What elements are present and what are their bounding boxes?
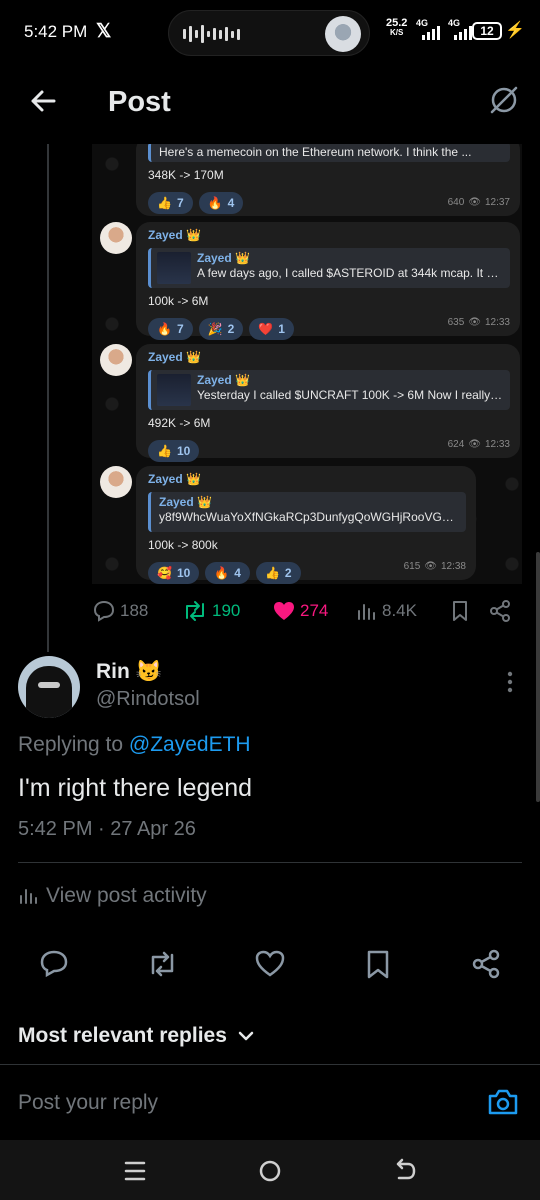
views-chart-icon bbox=[358, 604, 375, 620]
message-meta: 640 👁 12:37 bbox=[447, 197, 510, 208]
signal-icon: 4G bbox=[416, 18, 440, 40]
reply-count-button[interactable]: 188 bbox=[92, 600, 148, 622]
chevron-down-icon bbox=[238, 1031, 254, 1041]
recent-apps-icon[interactable] bbox=[120, 1156, 150, 1186]
post-action-bar bbox=[0, 948, 540, 984]
author-name[interactable]: Rin 😼 bbox=[96, 660, 162, 684]
bookmark-icon bbox=[453, 601, 467, 621]
quote-thumbnail bbox=[157, 374, 191, 406]
heart-icon[interactable] bbox=[254, 948, 286, 980]
message-text: 100k -> 800k bbox=[148, 538, 218, 552]
reply-input[interactable] bbox=[18, 1091, 438, 1115]
signal-icon: 4G bbox=[448, 18, 472, 40]
repost-icon bbox=[186, 601, 204, 621]
back-arrow-icon[interactable] bbox=[28, 86, 58, 116]
mention-link[interactable]: @ZayedETH bbox=[129, 733, 251, 756]
message-text: 100k -> 6M bbox=[148, 294, 209, 308]
battery-icon: 12 bbox=[472, 22, 502, 40]
divider bbox=[18, 862, 522, 863]
bookmark-icon[interactable] bbox=[362, 948, 394, 980]
avatar[interactable] bbox=[18, 656, 80, 718]
signal-indicators: 4G 4G bbox=[416, 18, 472, 40]
reply-sort-dropdown[interactable]: Most relevant replies bbox=[18, 1024, 255, 1048]
share-icon[interactable] bbox=[470, 948, 502, 980]
top-app-bar: Post bbox=[0, 66, 540, 144]
reply-icon[interactable] bbox=[38, 948, 70, 980]
reaction-chip[interactable]: 🔥 7 bbox=[148, 318, 193, 340]
home-icon[interactable] bbox=[255, 1156, 285, 1186]
chat-message: Zayed 👑 Zayed 👑 A few days ago, I called… bbox=[136, 222, 520, 340]
sender-avatar bbox=[100, 222, 132, 254]
x-logo-icon: 𝕏 bbox=[96, 21, 112, 42]
reaction-chip[interactable]: 🎉 2 bbox=[198, 318, 244, 340]
now-playing-avatar bbox=[325, 16, 361, 52]
sender-avatar bbox=[100, 466, 132, 498]
views-count-button[interactable]: 8.4K bbox=[356, 601, 417, 621]
charging-icon: ⚡ bbox=[505, 22, 525, 39]
sender-avatar bbox=[100, 344, 132, 376]
heart-filled-icon bbox=[274, 602, 294, 620]
reaction-chip[interactable]: ❤️ 1 bbox=[249, 318, 294, 340]
sender-name: Zayed 👑 bbox=[148, 350, 201, 364]
status-bar: 5:42 PM 𝕏 25.2 K/S 4G 4G 12 ⚡ bbox=[0, 0, 540, 66]
share-button[interactable] bbox=[488, 599, 512, 623]
reply-icon bbox=[93, 600, 115, 622]
scrollbar[interactable] bbox=[536, 552, 540, 802]
quote-thumbnail bbox=[157, 252, 191, 284]
share-icon bbox=[490, 600, 510, 622]
message-meta: 624 👁 12:33 bbox=[447, 439, 510, 450]
thread-connector-line bbox=[47, 144, 49, 652]
message-meta: 615 👁 12:38 bbox=[403, 561, 466, 572]
chat-message: Zayed 👑 Zayed 👑 Yesterday I called $UNCR… bbox=[136, 344, 520, 462]
bookmark-button[interactable] bbox=[450, 599, 470, 623]
reaction-chip[interactable]: 🔥 4 bbox=[198, 192, 244, 214]
reaction-chip[interactable]: 🔥 4 bbox=[205, 562, 250, 584]
chat-message: Zayed 👑 Zayed 👑 y8f9WhcWuaYoXfNGkaRCp3Du… bbox=[136, 466, 476, 584]
reply-composer bbox=[0, 1064, 540, 1140]
system-navigation-bar bbox=[0, 1140, 540, 1200]
back-nav-icon[interactable] bbox=[390, 1156, 420, 1186]
post-text: I'm right there legend bbox=[18, 774, 253, 802]
audio-wave-icon bbox=[183, 24, 240, 44]
replying-to: Replying to @ZayedETH bbox=[18, 733, 251, 756]
eye-icon: 👁 bbox=[468, 439, 481, 450]
quoted-message: Zayed 👑 y8f9WhcWuaYoXfNGkaRCp3DunfygQoWG… bbox=[148, 492, 466, 532]
more-options-icon[interactable] bbox=[502, 670, 518, 694]
camera-icon[interactable] bbox=[486, 1085, 520, 1119]
post-timestamp: 5:42 PM · 27 Apr 26 bbox=[18, 818, 196, 840]
quoted-message: Zayed 👑 Yesterday I called $UNCRAFT 100K… bbox=[148, 370, 510, 410]
author-handle[interactable]: @Rindotsol bbox=[96, 688, 200, 711]
sender-name: Zayed 👑 bbox=[148, 228, 201, 242]
quoted-message: Zayed 👑 A few days ago, I called $ASTERO… bbox=[148, 248, 510, 288]
view-post-activity-link[interactable]: View post activity bbox=[18, 884, 207, 908]
reaction-chip[interactable]: 👍 10 bbox=[148, 440, 200, 462]
chat-message: Here's a memecoin on the Ethereum networ… bbox=[136, 144, 520, 216]
reaction-chip[interactable]: 👍 2 bbox=[255, 562, 301, 584]
like-count-button[interactable]: 274 bbox=[272, 600, 328, 622]
status-time: 5:42 PM bbox=[24, 22, 88, 41]
quoted-message: Here's a memecoin on the Ethereum networ… bbox=[148, 144, 510, 162]
reaction-chip[interactable]: 👍 7 bbox=[148, 192, 193, 214]
attached-image[interactable]: Here's a memecoin on the Ethereum networ… bbox=[92, 144, 522, 584]
repost-icon[interactable] bbox=[146, 948, 178, 980]
reaction-chip[interactable]: 🥰 10 bbox=[148, 562, 200, 584]
eye-icon: 👁 bbox=[468, 197, 481, 208]
dynamic-island[interactable] bbox=[168, 10, 370, 56]
sender-name: Zayed 👑 bbox=[148, 472, 201, 486]
page-title: Post bbox=[108, 86, 171, 118]
eye-icon: 👁 bbox=[424, 561, 437, 572]
grok-icon[interactable] bbox=[488, 84, 520, 116]
views-chart-icon bbox=[20, 889, 37, 904]
eye-icon: 👁 bbox=[468, 317, 481, 328]
network-speed: 25.2 K/S bbox=[386, 17, 408, 38]
message-meta: 635 👁 12:33 bbox=[447, 317, 510, 328]
repost-count-button[interactable]: 190 bbox=[182, 600, 240, 622]
message-text: 492K -> 6M bbox=[148, 416, 211, 430]
message-text: 348K -> 170M bbox=[148, 168, 224, 182]
engagement-bar: 188 190 274 8.4K bbox=[92, 596, 522, 626]
